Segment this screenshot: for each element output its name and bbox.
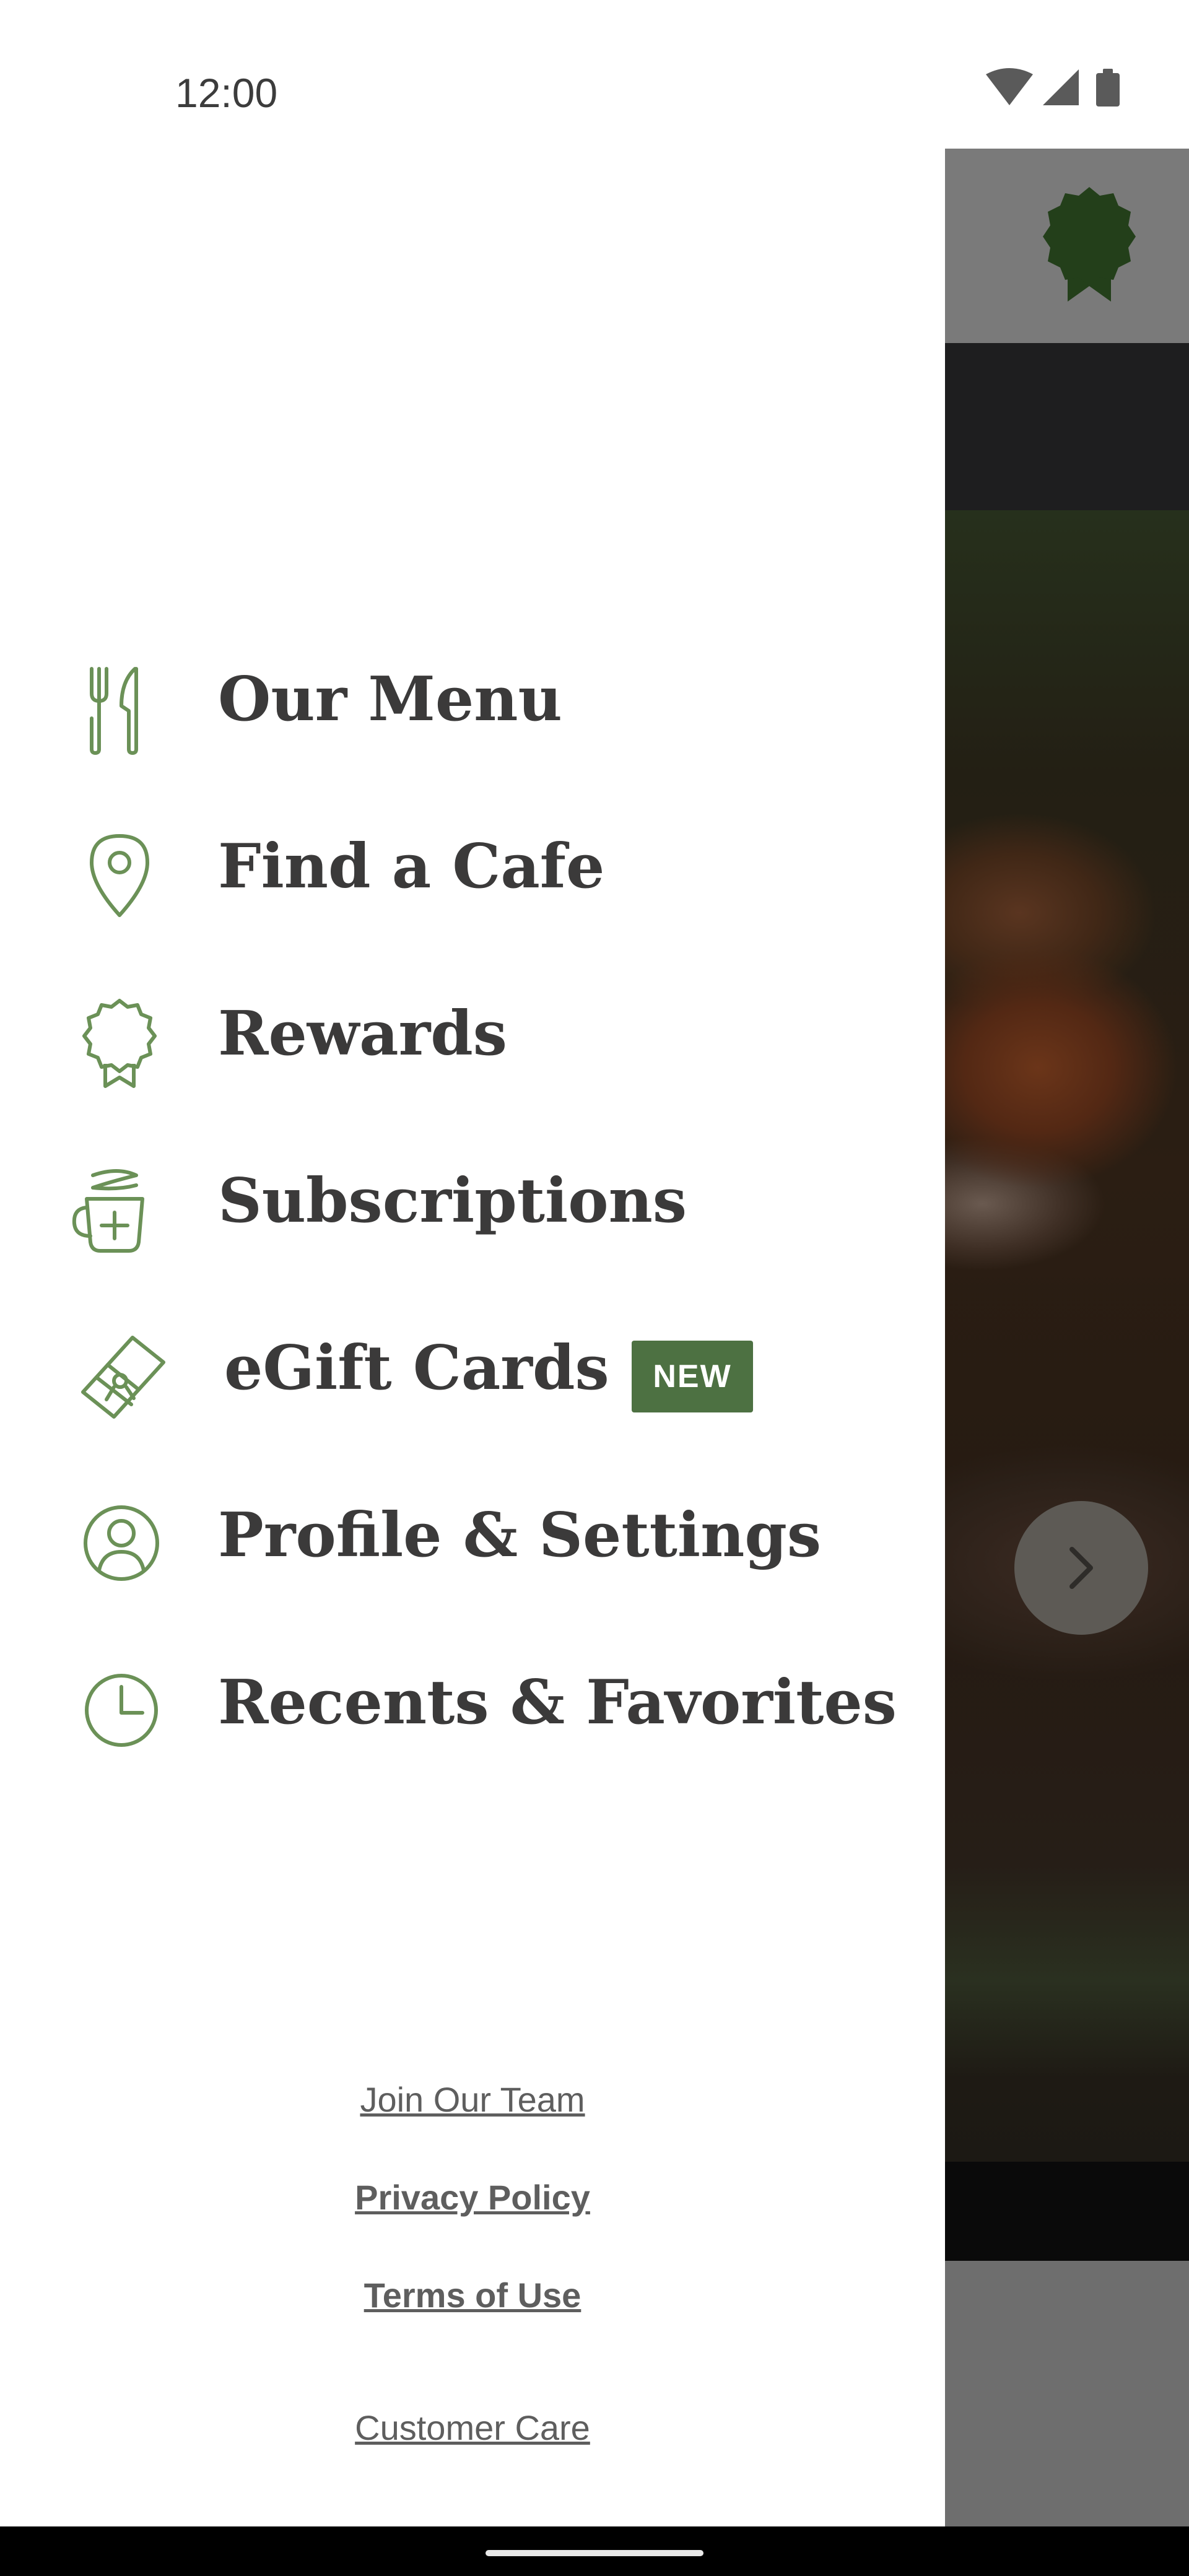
menu-item-subscriptions[interactable]: Subscriptions <box>0 1139 945 1282</box>
home-gesture-handle[interactable] <box>486 2550 703 2556</box>
background-food-photo <box>945 510 1189 2162</box>
menu-label: Profile & Settings <box>218 1500 822 1571</box>
wifi-icon <box>986 68 1033 105</box>
carousel-next-button[interactable] <box>1014 1501 1148 1635</box>
menu-label: eGift Cards <box>224 1333 609 1404</box>
navigation-drawer: Our Menu Find a Cafe Rewards Subscriptio… <box>0 149 945 2526</box>
terms-of-use-link[interactable]: Terms of Use <box>0 2275 945 2315</box>
location-pin-icon <box>73 829 166 921</box>
status-time: 12:00 <box>175 70 278 116</box>
background-dark-band <box>945 343 1189 510</box>
customer-care-link[interactable]: Customer Care <box>0 2408 945 2448</box>
menu-label: Recents & Favorites <box>218 1667 897 1738</box>
fork-knife-icon <box>73 663 166 755</box>
join-our-team-link[interactable]: Join Our Team <box>0 2079 945 2120</box>
status-bar: 12:00 <box>0 0 1189 149</box>
chevron-right-icon <box>1069 1547 1093 1589</box>
privacy-policy-link[interactable]: Privacy Policy <box>0 2177 945 2217</box>
system-navigation-bar <box>0 2526 1189 2576</box>
menu-item-our-menu[interactable]: Our Menu <box>0 638 945 780</box>
new-badge: NEW <box>632 1341 753 1412</box>
menu-label: Find a Cafe <box>218 831 605 902</box>
menu-label: Our Menu <box>218 664 562 735</box>
menu-item-recents-favorites[interactable]: Recents & Favorites <box>0 1641 945 1783</box>
user-profile-icon <box>73 1497 166 1590</box>
background-black-band <box>945 2162 1189 2261</box>
menu-item-find-a-cafe[interactable]: Find a Cafe <box>0 805 945 947</box>
background-app <box>945 149 1189 2526</box>
coffee-cup-plus-icon <box>68 1163 161 1256</box>
clock-icon <box>73 1664 166 1757</box>
background-bottom-bar <box>945 2261 1189 2526</box>
battery-icon <box>1096 69 1120 107</box>
menu-label: Rewards <box>218 998 507 1069</box>
award-ribbon-icon <box>73 996 166 1089</box>
gift-card-icon <box>77 1330 170 1423</box>
status-icons <box>986 67 1135 116</box>
menu-label: Subscriptions <box>218 1165 687 1237</box>
background-header <box>945 149 1189 343</box>
rewards-badge-icon[interactable] <box>1043 187 1136 305</box>
menu-item-profile-settings[interactable]: Profile & Settings <box>0 1474 945 1616</box>
signal-icon <box>1043 69 1079 105</box>
menu-item-egift-cards[interactable]: eGift Cards NEW <box>0 1307 945 1449</box>
menu-item-rewards[interactable]: Rewards <box>0 972 945 1115</box>
